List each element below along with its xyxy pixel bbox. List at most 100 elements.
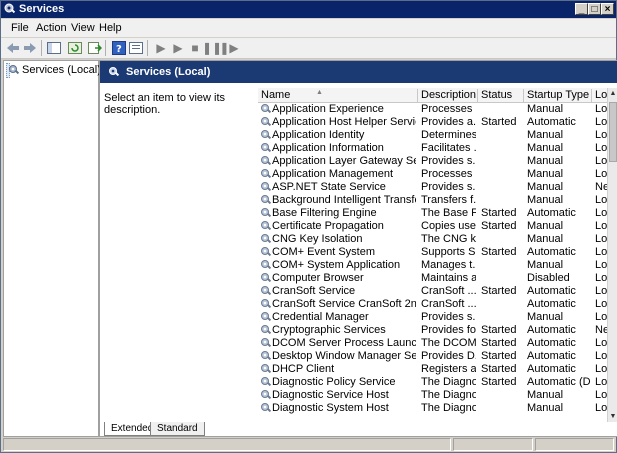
restart-service-icon[interactable]: ❚▶ — [219, 40, 238, 56]
service-startup-type: Automatic — [527, 116, 576, 128]
maximize-button[interactable]: □ — [588, 3, 601, 15]
column-header-logon[interactable]: Lo — [592, 89, 607, 102]
service-name: DCOM Server Process Launcher — [272, 337, 416, 349]
service-row[interactable]: Diagnostic Policy Service The Diagno... St… — [258, 376, 607, 389]
service-logon: Lo — [595, 298, 607, 310]
back-arrow-icon[interactable] — [5, 40, 21, 56]
service-startup-type: Manual — [527, 220, 564, 232]
service-name: Diagnostic System Host — [272, 402, 389, 414]
column-header-name[interactable]: Name ▲ — [258, 89, 418, 102]
service-row[interactable]: CNG Key Isolation The CNG k... Manual Lo — [258, 233, 607, 246]
services-gear-icon — [9, 65, 20, 75]
service-row[interactable]: Background Intelligent Transfer Serv... T… — [258, 194, 607, 207]
refresh-icon[interactable] — [67, 40, 83, 56]
service-gear-icon — [261, 299, 272, 309]
forward-arrow-icon[interactable] — [22, 40, 38, 56]
service-description: Processes i... — [421, 168, 476, 180]
service-logon: Lo — [595, 350, 607, 362]
service-gear-icon — [261, 130, 272, 140]
service-row[interactable]: Application Management Processes i... Manu… — [258, 168, 607, 181]
service-startup-type: Manual — [527, 142, 564, 154]
service-row[interactable]: Application Information Facilitates ... Ma… — [258, 142, 607, 155]
service-name: COM+ Event System — [272, 246, 376, 258]
service-gear-icon — [261, 351, 272, 361]
tree-item-services-local[interactable]: Services (Local) — [6, 63, 101, 78]
service-row[interactable]: COM+ System Application Manages t... Manua… — [258, 259, 607, 272]
service-name: COM+ System Application — [272, 259, 401, 271]
menu-action[interactable]: Action — [36, 22, 67, 34]
service-description: Supports S... — [421, 246, 476, 258]
service-row[interactable]: Diagnostic System Host The Diagno... Manua… — [258, 402, 607, 415]
vertical-scrollbar[interactable]: ▲ ▼ — [607, 88, 617, 423]
start-service-2-icon[interactable]: ▶ — [170, 40, 186, 56]
scroll-thumb[interactable] — [609, 102, 617, 162]
service-row[interactable]: Application Experience Processes ... Manua… — [258, 103, 607, 116]
service-description: CranSoft ... — [421, 285, 476, 297]
service-row[interactable]: Credential Manager Provides s... Manual Lo — [258, 311, 607, 324]
service-row[interactable]: CranSoft Service CranSoft ... Started Autom… — [258, 285, 607, 298]
service-row[interactable]: Application Layer Gateway Service Provide… — [258, 155, 607, 168]
service-name: CranSoft Service CranSoft 2nd Service — [272, 298, 416, 310]
service-startup-type: Automatic — [527, 324, 576, 336]
menu-file[interactable]: File — [11, 22, 29, 34]
column-header-startup-type[interactable]: Startup Type — [524, 89, 592, 102]
svg-text:?: ? — [116, 44, 122, 55]
service-description: CranSoft ... — [421, 298, 476, 310]
service-description: Copies use... — [421, 220, 476, 232]
service-startup-type: Manual — [527, 129, 564, 141]
column-header-description[interactable]: Description — [418, 89, 478, 102]
service-row[interactable]: ASP.NET State Service Provides s... Manual… — [258, 181, 607, 194]
pause-service-icon[interactable]: ❚❚ — [202, 40, 222, 56]
service-row[interactable]: Application Host Helper Service Provides … — [258, 116, 607, 129]
scroll-up-icon[interactable]: ▲ — [608, 89, 617, 99]
service-gear-icon — [261, 156, 272, 166]
pane-header: Services (Local) — [100, 61, 617, 83]
service-startup-type: Manual — [527, 155, 564, 167]
start-service-icon[interactable]: ▶ — [153, 40, 169, 56]
service-startup-type: Automatic (D... — [527, 376, 591, 388]
service-startup-type: Automatic — [527, 285, 576, 297]
services-gear-icon — [4, 3, 16, 14]
properties-icon[interactable] — [128, 40, 144, 56]
service-row[interactable]: Desktop Window Manager Session M... Provi… — [258, 350, 607, 363]
service-startup-type: Manual — [527, 168, 564, 180]
scroll-down-icon[interactable]: ▼ — [608, 412, 617, 422]
service-row[interactable]: Cryptographic Services Provides fo... Star… — [258, 324, 607, 337]
minimize-button[interactable]: _ — [575, 3, 588, 15]
service-logon: Lo — [595, 194, 607, 206]
service-gear-icon — [261, 208, 272, 218]
service-logon: Lo — [595, 155, 607, 167]
show-hide-tree-icon[interactable] — [46, 40, 62, 56]
service-row[interactable]: Certificate Propagation Copies use... Star… — [258, 220, 607, 233]
service-name: Certificate Propagation — [272, 220, 384, 232]
menu-help[interactable]: Help — [99, 22, 122, 34]
service-row[interactable]: Application Identity Determines... Manual L… — [258, 129, 607, 142]
service-row[interactable]: CranSoft Service CranSoft 2nd Service Cra… — [258, 298, 607, 311]
close-button[interactable]: × — [601, 3, 614, 15]
service-startup-type: Automatic — [527, 246, 576, 258]
service-row[interactable]: DCOM Server Process Launcher The DCOM... S… — [258, 337, 607, 350]
service-gear-icon — [261, 286, 272, 296]
service-row[interactable]: DHCP Client Registers a... Started Automati… — [258, 363, 607, 376]
service-gear-icon — [261, 260, 272, 270]
service-description: The DCOM... — [421, 337, 476, 349]
stop-service-icon[interactable]: ■ — [187, 40, 203, 56]
service-description: Provides s... — [421, 155, 476, 167]
service-row[interactable]: Base Filtering Engine The Base F... Starte… — [258, 207, 607, 220]
service-status: Started — [481, 246, 517, 258]
service-startup-type: Automatic — [527, 350, 576, 362]
service-row[interactable]: COM+ Event System Supports S... Started Aut… — [258, 246, 607, 259]
menu-view[interactable]: View — [71, 22, 95, 34]
service-row[interactable]: Computer Browser Maintains a... Disabled Lo — [258, 272, 607, 285]
service-name: Application Layer Gateway Service — [272, 155, 416, 167]
service-status: Started — [481, 116, 517, 128]
tab-standard[interactable]: Standard — [150, 422, 205, 436]
service-gear-icon — [261, 221, 272, 231]
export-list-icon[interactable] — [87, 40, 103, 56]
service-gear-icon — [261, 195, 272, 205]
help-icon[interactable]: ? — [111, 40, 127, 56]
service-gear-icon — [261, 364, 272, 374]
column-header-status[interactable]: Status — [478, 89, 524, 102]
service-gear-icon — [261, 390, 272, 400]
service-row[interactable]: Diagnostic Service Host The Diagno... Manu… — [258, 389, 607, 402]
